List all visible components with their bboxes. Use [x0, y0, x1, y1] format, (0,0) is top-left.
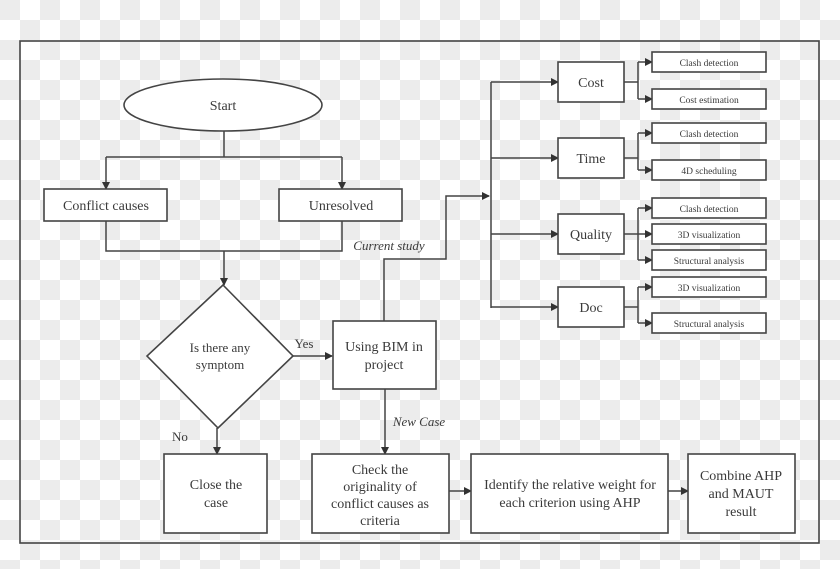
check-label-3: conflict causes as	[331, 497, 429, 512]
criterion-label: Doc	[579, 301, 602, 316]
using-bim-label-1: Using BIM in	[345, 340, 423, 355]
no-label: No	[172, 429, 188, 444]
conflict-causes-label: Conflict causes	[63, 199, 149, 214]
criterion-label: Quality	[570, 228, 612, 243]
combine-label-2: and MAUT	[709, 487, 774, 502]
check-label-1: Check the	[352, 463, 408, 478]
using-bim-label-2: project	[365, 358, 404, 373]
combine-label-3: result	[725, 505, 756, 520]
sub-criterion-label: 3D visualization	[678, 231, 741, 241]
sub-criterion-label: Clash detection	[680, 205, 739, 215]
check-label-4: criteria	[360, 514, 400, 529]
decision-label-1: Is there any	[190, 340, 251, 355]
close-case-label-1: Close the	[190, 478, 243, 493]
yes-label: Yes	[295, 336, 314, 351]
combine-label-1: Combine AHP	[700, 469, 782, 484]
identify-label-2: each criterion using AHP	[499, 496, 640, 511]
criterion-label: Time	[576, 152, 605, 167]
identify-label-1: Identify the relative weight for	[484, 478, 656, 493]
close-case-label-2: case	[204, 496, 228, 511]
criterion-label: Cost	[578, 76, 604, 91]
close-case-node	[163, 453, 268, 534]
new-case-label: New Case	[392, 414, 446, 429]
sub-connector	[624, 208, 639, 260]
start-label: Start	[210, 99, 237, 114]
sub-criterion-label: Clash detection	[680, 130, 739, 140]
sub-criterion-label: Cost estimation	[679, 96, 739, 106]
criteria-group: Cost Clash detection Cost estimation Time Cl…	[491, 51, 767, 334]
sub-criterion-label: 4D scheduling	[681, 167, 736, 177]
fork-connector	[106, 131, 342, 158]
sub-criterion-label: Structural analysis	[674, 320, 745, 330]
using-bim-node	[332, 320, 437, 390]
unresolved-label: Unresolved	[309, 199, 374, 214]
decision-label-2: symptom	[196, 357, 244, 372]
merge-connector	[105, 221, 343, 285]
sub-criterion-label: Structural analysis	[674, 257, 745, 267]
check-label-2: originality of	[343, 480, 417, 495]
sub-connector	[624, 287, 639, 323]
current-study-label: Current study	[353, 238, 425, 253]
sub-connector	[624, 133, 639, 170]
flowchart: Start Conflict causes Unresolved Current…	[19, 40, 820, 544]
sub-criterion-label: Clash detection	[680, 59, 739, 69]
sub-connector	[624, 62, 639, 99]
sub-criterion-label: 3D visualization	[678, 284, 741, 294]
identify-weight-node	[470, 453, 669, 534]
